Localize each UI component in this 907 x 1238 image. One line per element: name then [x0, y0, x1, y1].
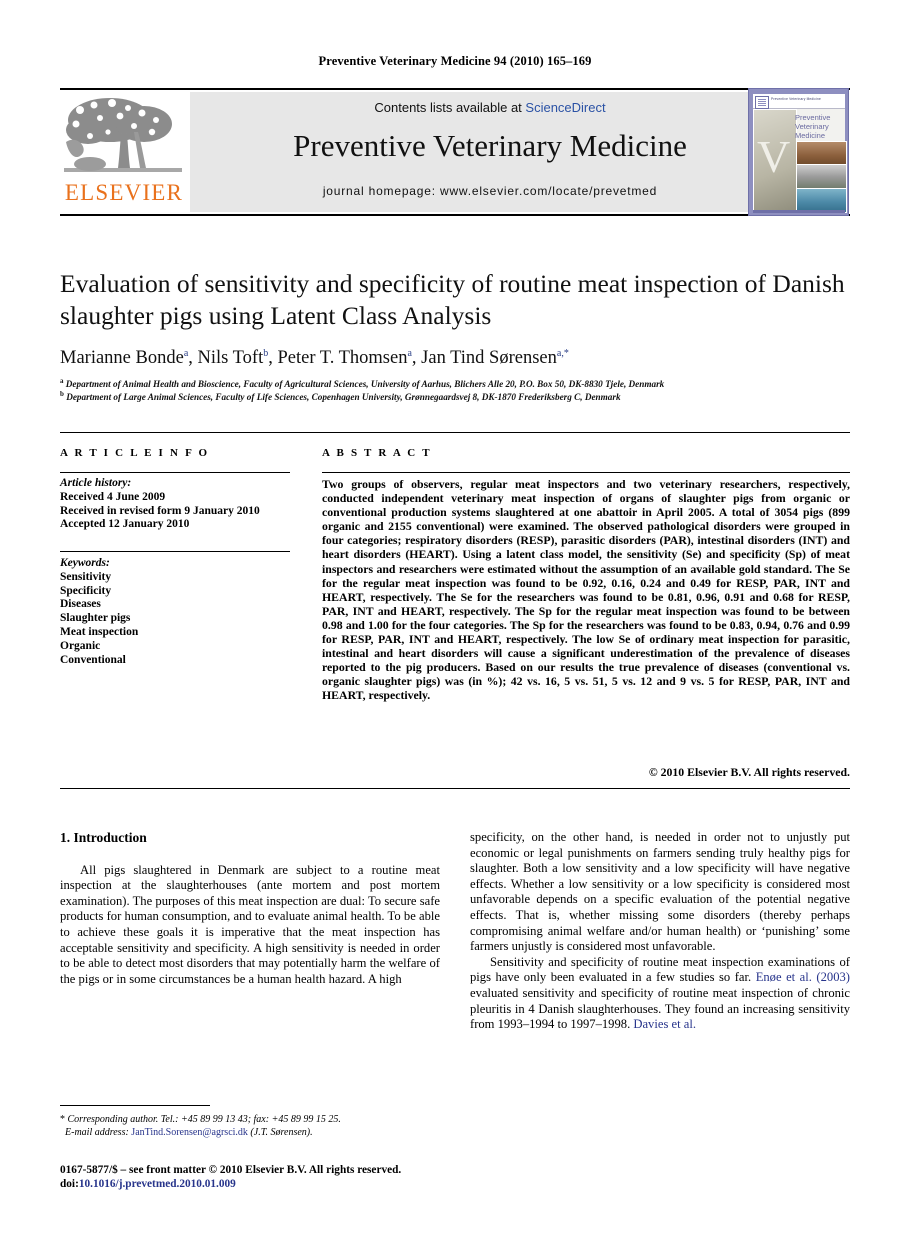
journal-homepage-line[interactable]: journal homepage: www.elsevier.com/locat… — [190, 184, 790, 198]
affiliation-b-mark: b — [60, 390, 64, 398]
issn-copyright-block: 0167-5877/$ – see front matter © 2010 El… — [60, 1163, 480, 1191]
doi-label: doi: — [60, 1178, 79, 1190]
author-3-mark: a — [407, 348, 412, 359]
cover-publisher-icon — [755, 96, 769, 109]
corresponding-author-marker: * — [60, 1114, 65, 1125]
affiliation-b-text: Department of Large Animal Sciences, Fac… — [66, 392, 621, 403]
cover-photo-birds — [796, 164, 847, 190]
keyword-item: Meat inspection — [60, 625, 139, 638]
cover-inner: Preventive Veterinary Medicine Preventiv… — [753, 94, 847, 213]
author-3: Peter T. Thomsen — [277, 348, 408, 369]
corresponding-author-footnote: * Corresponding author. Tel.: +45 89 99 … — [60, 1113, 445, 1139]
history-item-received: Received 4 June 2009 — [60, 490, 166, 503]
keyword-item: Slaughter pigs — [60, 612, 131, 625]
journal-cover-thumbnail: Preventive Veterinary Medicine Preventiv… — [748, 88, 849, 216]
abstract-rule — [322, 472, 850, 473]
masthead-top-rule — [60, 88, 850, 90]
email-label: E-mail address: — [65, 1127, 129, 1138]
cover-title-text: Preventive Veterinary Medicine — [795, 113, 831, 140]
email-suffix: (J.T. Sørensen). — [250, 1127, 313, 1138]
author-2-mark: b — [263, 348, 269, 359]
author-1-mark: a — [183, 348, 189, 359]
journal-masthead: ELSEVIER Contents lists available at Sci… — [60, 88, 850, 216]
keyword-item: Sensitivity — [60, 570, 112, 583]
email-link[interactable]: JanTind.Sorensen@agrsci.dk — [131, 1127, 248, 1138]
paragraph: All pigs slaughtered in Denmark are subj… — [60, 862, 440, 986]
cover-photo-vet — [753, 109, 797, 213]
abstract-bottom-rule — [60, 788, 850, 789]
affiliation-b: b Department of Large Animal Sciences, F… — [60, 388, 850, 403]
paragraph: specificity, on the other hand, is neede… — [470, 830, 850, 954]
masthead-bottom-rule — [60, 214, 850, 216]
history-item-accepted: Accepted 12 January 2010 — [60, 518, 190, 531]
body-column-left: 1. Introduction All pigs slaughtered in … — [60, 830, 440, 987]
journal-title: Preventive Veterinary Medicine — [293, 128, 687, 163]
issn-line: 0167-5877/$ – see front matter © 2010 El… — [60, 1164, 402, 1176]
contents-band: Contents lists available at ScienceDirec… — [190, 92, 790, 212]
elsevier-logo: ELSEVIER — [60, 92, 188, 212]
author-2: Nils Toft — [197, 348, 264, 369]
cover-photo-pigs — [796, 141, 847, 166]
citation-link-enoe[interactable]: Enøe et al. (2003) — [756, 970, 850, 984]
body-column-right: specificity, on the other hand, is neede… — [470, 830, 850, 1033]
article-history-label: Article history: — [60, 477, 132, 489]
cover-bottom-bar — [753, 210, 845, 213]
elsevier-tree-icon — [64, 98, 182, 172]
corresponding-author-text: Corresponding author. Tel.: +45 89 99 13… — [67, 1114, 341, 1125]
footnote-rule — [60, 1105, 210, 1106]
article-info-heading: A R T I C L E I N F O — [60, 447, 210, 459]
keywords-list: Keywords: Sensitivity Specificity Diseas… — [60, 557, 300, 667]
author-4-mark: a,* — [556, 348, 569, 359]
keyword-item: Conventional — [60, 653, 126, 666]
keywords-label: Keywords: — [60, 557, 110, 569]
doi-link[interactable]: 10.1016/j.prevetmed.2010.01.009 — [79, 1178, 236, 1190]
article-history: Article history: Received 4 June 2009 Re… — [60, 477, 300, 532]
paragraph-with-citations: Sensitivity and specificity of routine m… — [470, 955, 850, 1033]
section-heading-introduction: 1. Introduction — [60, 830, 147, 845]
keyword-item: Organic — [60, 639, 101, 652]
sciencedirect-link[interactable]: ScienceDirect — [525, 100, 605, 115]
contents-available-line: Contents lists available at ScienceDirec… — [190, 100, 790, 115]
author-list: Marianne Bondea, Nils Toftb, Peter T. Th… — [60, 348, 569, 369]
keywords-rule — [60, 551, 290, 552]
affiliation-a-mark: a — [60, 377, 64, 385]
contents-prefix: Contents lists available at — [374, 100, 526, 115]
history-rule — [60, 472, 290, 473]
journal-article-page: Preventive Veterinary Medicine 94 (2010)… — [0, 0, 907, 1238]
author-1: Marianne Bonde — [60, 348, 184, 369]
running-head: Preventive Veterinary Medicine 94 (2010)… — [318, 54, 592, 68]
abstract-text: Two groups of observers, regular meat in… — [322, 477, 850, 703]
history-item-revised: Received in revised form 9 January 2010 — [60, 504, 260, 517]
elsevier-wordmark: ELSEVIER — [64, 180, 184, 205]
abstract-copyright: © 2010 Elsevier B.V. All rights reserved… — [648, 765, 850, 779]
abstract-heading: A B S T R A C T — [322, 447, 432, 459]
info-section-top-rule — [60, 432, 850, 433]
author-4: Jan Tind Sørensen — [421, 348, 557, 369]
page-title: Evaluation of sensitivity and specificit… — [60, 269, 845, 330]
keyword-item: Specificity — [60, 584, 112, 597]
citation-link-davies[interactable]: Davies et al. — [633, 1017, 696, 1031]
doi-line: doi:10.1016/j.prevetmed.2010.01.009 — [60, 1177, 480, 1191]
keyword-item: Diseases — [60, 598, 101, 611]
